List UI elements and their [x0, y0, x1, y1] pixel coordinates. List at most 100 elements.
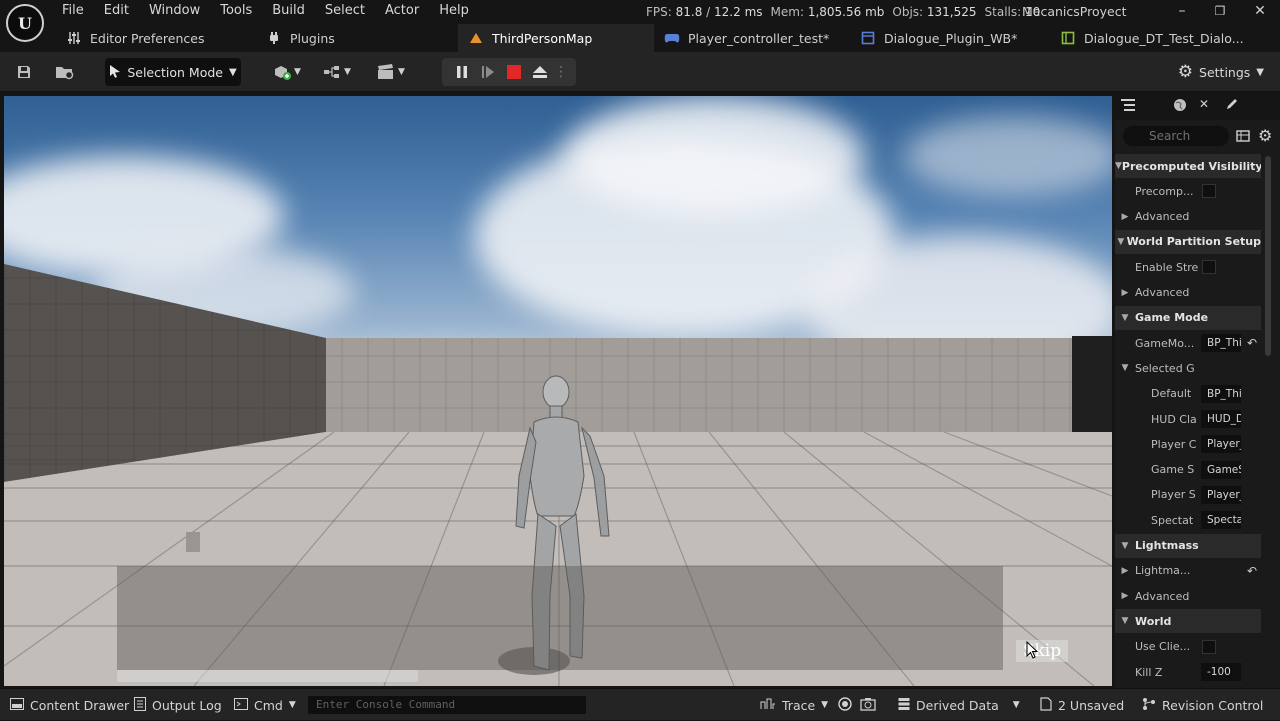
- tab-label: Plugins: [290, 30, 335, 46]
- menu-edit[interactable]: Edit: [94, 0, 139, 24]
- table-view-icon[interactable]: [1236, 129, 1250, 146]
- tab-dialogue-dt-test[interactable]: Dialogue_DT_Test_Dialo...: [1060, 24, 1260, 52]
- globe-icon[interactable]: [1173, 98, 1187, 115]
- menu-file[interactable]: File: [52, 0, 94, 24]
- tab-player-controller-test[interactable]: Player_controller_test*: [664, 24, 860, 52]
- menu-help[interactable]: Help: [429, 0, 479, 24]
- close-tab-icon[interactable]: ✕: [1199, 97, 1209, 111]
- property-checkbox[interactable]: [1202, 639, 1216, 654]
- unsaved-label: 2 Unsaved: [1058, 697, 1125, 713]
- level-viewport[interactable]: Skip: [4, 96, 1112, 686]
- plug-icon: [266, 30, 282, 46]
- main-menu: File Edit Window Tools Build Select Acto…: [52, 0, 479, 24]
- property-label: Spectat: [1151, 513, 1194, 527]
- property-row: Spectat Specta: [1115, 508, 1261, 532]
- property-category[interactable]: ▼ Game Mode: [1115, 305, 1261, 330]
- fps-value: 81.8: [675, 5, 703, 19]
- minimize-button[interactable]: –: [1168, 2, 1196, 22]
- gear-icon[interactable]: ⚙: [1258, 126, 1272, 145]
- content-drawer-button[interactable]: Content Drawer: [10, 689, 129, 721]
- record-button[interactable]: [838, 689, 852, 721]
- cmd-dropdown[interactable]: Cmd ▼: [234, 689, 296, 721]
- reset-to-default-icon[interactable]: ↶: [1247, 336, 1257, 350]
- property-value[interactable]: Specta: [1201, 511, 1241, 530]
- property-row: Kill Z -100: [1115, 660, 1261, 684]
- details-icon[interactable]: [1225, 97, 1239, 114]
- property-checkbox[interactable]: [1202, 184, 1216, 199]
- property-checkbox[interactable]: [1202, 260, 1216, 275]
- trace-dropdown[interactable]: Trace ▼: [760, 689, 828, 721]
- stop-icon[interactable]: [501, 65, 527, 79]
- property-value[interactable]: Player_: [1201, 435, 1241, 454]
- pause-icon[interactable]: [449, 65, 475, 79]
- property-label: Kill Z: [1135, 665, 1163, 679]
- scrollbar[interactable]: [1265, 156, 1271, 356]
- property-category[interactable]: ▼ World Partition Setup: [1115, 229, 1261, 254]
- property-value[interactable]: BP_Thi: [1201, 334, 1241, 353]
- more-options-icon[interactable]: ⋮: [553, 64, 569, 80]
- property-row[interactable]: ▼ Selected G: [1115, 356, 1261, 380]
- unreal-logo-icon[interactable]: U: [6, 4, 44, 42]
- property-label: World Partition Setup: [1126, 235, 1261, 249]
- property-label: Lightmass: [1135, 539, 1199, 552]
- property-category[interactable]: ▼ Lightmass: [1115, 533, 1261, 558]
- chevron-right-icon: ▶: [1121, 591, 1129, 602]
- property-value[interactable]: HUD_D: [1201, 410, 1241, 428]
- eject-icon[interactable]: [527, 65, 553, 79]
- outliner-icon[interactable]: [1121, 98, 1135, 115]
- tab-editor-preferences[interactable]: Editor Preferences: [66, 24, 254, 52]
- property-value[interactable]: GameS: [1201, 460, 1241, 479]
- screenshot-button[interactable]: [860, 689, 876, 721]
- selection-mode-label: Selection Mode: [127, 64, 223, 80]
- property-row[interactable]: ▶ Advanced: [1115, 205, 1261, 229]
- revision-control-button[interactable]: Revision Control: [1142, 689, 1263, 721]
- menu-select[interactable]: Select: [315, 0, 375, 24]
- property-value[interactable]: BP_Thi: [1201, 384, 1241, 403]
- unsaved-button[interactable]: 2 Unsaved: [1040, 689, 1124, 721]
- console-input[interactable]: Enter Console Command: [308, 696, 586, 714]
- property-label: Default: [1151, 387, 1192, 401]
- tab-plugins[interactable]: Plugins: [266, 24, 446, 52]
- property-row[interactable]: ▶ Advanced: [1115, 281, 1261, 305]
- property-category[interactable]: ▼ World: [1115, 609, 1261, 634]
- content-drawer-icon: [10, 697, 24, 713]
- cursor-icon: [109, 64, 121, 81]
- trace-label: Trace: [782, 697, 816, 713]
- property-value[interactable]: -100: [1201, 663, 1241, 681]
- mouse-cursor-icon: [1026, 641, 1038, 659]
- property-row: Player S Player_: [1115, 483, 1261, 507]
- output-log-button[interactable]: Output Log: [134, 689, 222, 721]
- close-button[interactable]: ✕: [1246, 2, 1274, 22]
- document-tabs: Editor Preferences Plugins ThirdPersonMa…: [52, 24, 1280, 52]
- menu-window[interactable]: Window: [139, 0, 210, 24]
- trace-icon: [760, 698, 776, 713]
- property-row: Use Clie...: [1115, 635, 1261, 659]
- property-value[interactable]: Player_: [1201, 485, 1241, 504]
- tab-label: Dialogue_DT_Test_Dialo...: [1084, 30, 1244, 46]
- step-icon[interactable]: [475, 65, 501, 79]
- settings-button[interactable]: ⚙ Settings ▼: [1178, 58, 1264, 86]
- revision-control-icon: [1142, 697, 1156, 714]
- save-icon[interactable]: [12, 58, 36, 86]
- menu-tools[interactable]: Tools: [210, 0, 262, 24]
- property-row[interactable]: ▶ Lightma... ↶: [1115, 559, 1261, 583]
- property-row: Default BP_Thi: [1115, 382, 1261, 406]
- reset-to-default-icon[interactable]: ↶: [1247, 564, 1257, 578]
- tab-dialogue-plugin-wb[interactable]: Dialogue_Plugin_WB*: [860, 24, 1056, 52]
- derived-data-dropdown[interactable]: Derived Data ▼: [898, 689, 1020, 721]
- tab-thirdpersonmap[interactable]: ThirdPersonMap: [458, 24, 654, 52]
- content-browser-icon[interactable]: [52, 58, 78, 86]
- property-category[interactable]: ▼ Precomputed Visibility: [1115, 154, 1261, 178]
- selection-mode-dropdown[interactable]: Selection Mode ▼: [105, 58, 241, 86]
- menu-actor[interactable]: Actor: [375, 0, 429, 24]
- details-search-input[interactable]: Search: [1123, 126, 1229, 146]
- restore-button[interactable]: ❐: [1206, 2, 1234, 22]
- menu-build[interactable]: Build: [262, 0, 315, 24]
- skip-button[interactable]: Skip: [1016, 640, 1068, 662]
- property-row[interactable]: ▶ Advanced: [1115, 584, 1261, 608]
- cinematics-button[interactable]: ▼: [372, 58, 410, 86]
- frame-time: 12.2 ms: [714, 5, 763, 19]
- blueprint-button[interactable]: ▼: [318, 58, 356, 86]
- add-actor-button[interactable]: ▼: [268, 58, 306, 86]
- main-toolbar: Selection Mode ▼ ▼ ▼ ▼ ⋮ ⚙ Settings ▼: [0, 52, 1280, 92]
